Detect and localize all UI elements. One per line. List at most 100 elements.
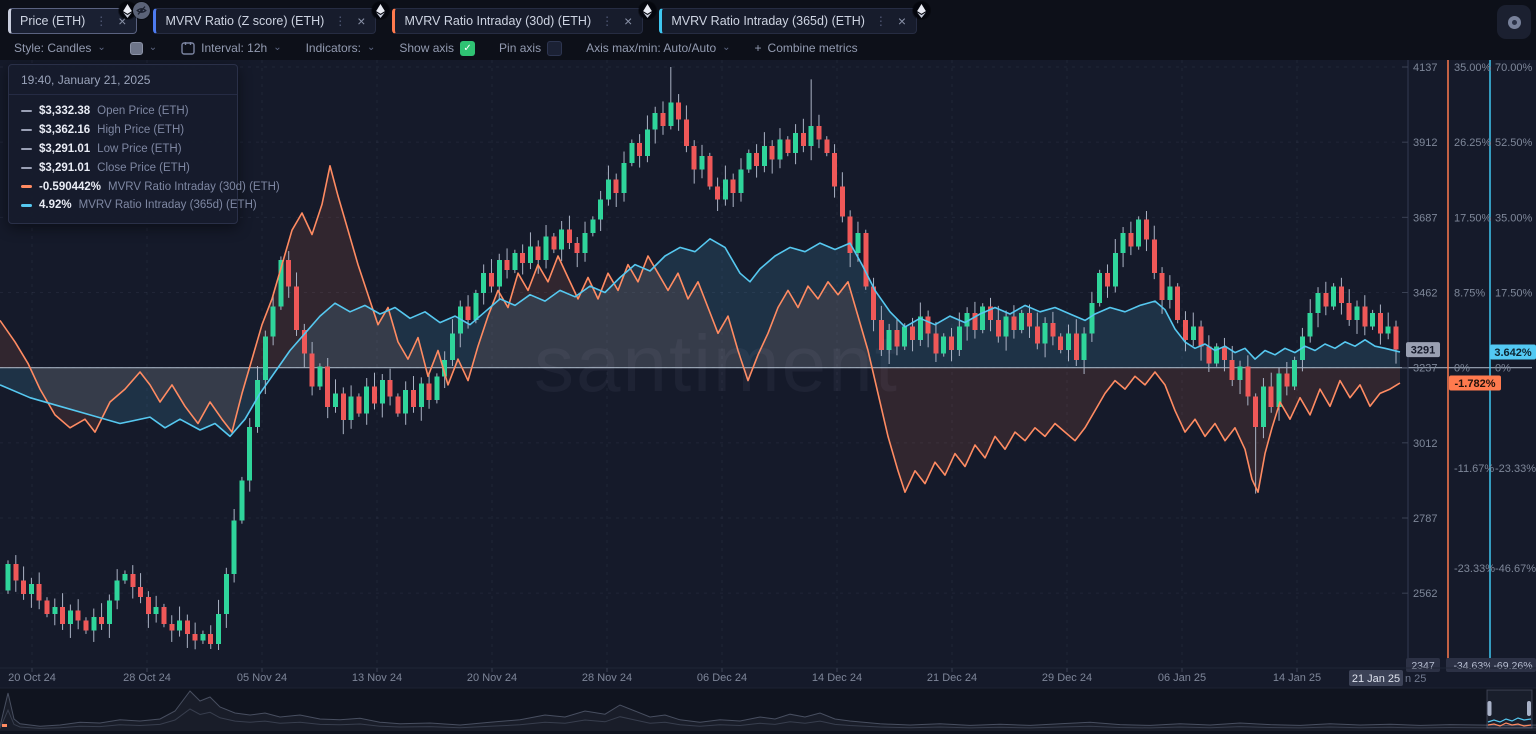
svg-text:35.00%: 35.00% (1495, 212, 1533, 224)
svg-text:-46.67%: -46.67% (1495, 563, 1536, 575)
tab-label: MVRV Ratio (Z score) (ETH) (165, 14, 324, 28)
tab-label: MVRV Ratio Intraday (30d) (ETH) (404, 14, 591, 28)
tab-bar: Price (ETH) ⋮ × MVRV Ratio (Z score) (ETH) ⋮… (0, 0, 1536, 36)
svg-text:70.00%: 70.00% (1495, 62, 1533, 74)
axis-maxmin-dropdown[interactable]: Axis max/min: Auto/Auto ⌄ (586, 41, 730, 55)
svg-text:05 Nov 24: 05 Nov 24 (237, 672, 287, 684)
tooltip-label: High Price (ETH) (97, 123, 184, 137)
chevron-down-icon: ⌄ (149, 42, 157, 53)
tooltip-rows: $3,332.38Open Price (ETH)$3,362.16High P… (9, 95, 237, 223)
tab-label: MVRV Ratio Intraday (365d) (ETH) (671, 14, 865, 28)
tab-badges (916, 2, 930, 19)
tab-badges (375, 2, 389, 19)
svg-text:14 Jan 25: 14 Jan 25 (1273, 672, 1321, 684)
tab-price-eth-[interactable]: Price (ETH)⋮× (8, 8, 137, 34)
tooltip-row: $3,291.01Low Price (ETH) (21, 142, 225, 156)
tooltip-label: MVRV Ratio Intraday (30d) (ETH) (108, 180, 280, 194)
tooltip-row: -0.590442%MVRV Ratio Intraday (30d) (ETH… (21, 180, 225, 194)
svg-text:21 Jan 25: 21 Jan 25 (1352, 673, 1400, 685)
navigator-marker (2, 724, 7, 727)
svg-text:20 Nov 24: 20 Nov 24 (467, 672, 517, 684)
tooltip-row: 4.92%MVRV Ratio Intraday (365d) (ETH) (21, 198, 225, 212)
svg-text:-23.33%: -23.33% (1454, 563, 1495, 575)
svg-text:3291: 3291 (1411, 345, 1435, 357)
show-axis-toggle[interactable]: Show axis ✓ (399, 41, 475, 56)
kebab-menu-icon[interactable]: ⋮ (333, 14, 347, 28)
svg-text:35.00%: 35.00% (1454, 62, 1492, 74)
chevron-down-icon: ⌄ (273, 42, 281, 53)
svg-text:29 Dec 24: 29 Dec 24 (1042, 672, 1092, 684)
navigator-brush[interactable] (1487, 690, 1532, 728)
tooltip-value: -0.590442% (39, 180, 101, 194)
series-dash-icon (21, 204, 32, 207)
svg-text:2562: 2562 (1413, 588, 1437, 600)
eth-logo-icon[interactable] (913, 2, 930, 19)
tab-badges (642, 2, 656, 19)
close-icon[interactable]: × (897, 14, 907, 28)
pin-axis-toggle[interactable]: Pin axis (499, 41, 562, 56)
tooltip-label: Close Price (ETH) (97, 161, 190, 175)
svg-text:-23.33%: -23.33% (1495, 463, 1536, 475)
series-dash-icon (21, 185, 32, 188)
style-label: Style: Candles (14, 41, 91, 55)
tab-mvrv-ratio-intraday-365d-eth-[interactable]: MVRV Ratio Intraday (365d) (ETH) ⋮ × (659, 8, 917, 34)
tooltip-row: $3,291.01 Close Price (ETH) (21, 161, 225, 175)
series-dash-icon (21, 110, 32, 113)
indicators-label: Indicators: (306, 41, 361, 55)
candle-color-picker[interactable]: ⌄ (130, 42, 157, 55)
svg-text:3462: 3462 (1413, 288, 1437, 300)
tooltip-value: $3,362.16 (39, 123, 90, 137)
brush-handle-left[interactable] (1488, 701, 1492, 716)
show-axis-label: Show axis (399, 41, 454, 55)
kebab-menu-icon[interactable]: ⋮ (874, 14, 888, 28)
tab-mvrv-ratio-z-score-eth-[interactable]: MVRV Ratio (Z score) (ETH) ⋮ × (153, 8, 376, 34)
close-icon[interactable]: × (623, 14, 633, 28)
chart-tooltip: 19:40, January 21, 2025 $3,332.38Open Pr… (8, 64, 238, 224)
kebab-menu-icon[interactable]: ⋮ (94, 14, 108, 28)
chevron-down-icon: ⌄ (97, 42, 105, 53)
svg-text:20 Oct 24: 20 Oct 24 (8, 672, 56, 684)
close-icon[interactable]: × (356, 14, 366, 28)
tab-label: Price (ETH) (20, 14, 85, 28)
pin-axis-checkbox[interactable] (547, 41, 562, 56)
chart-toolbar: Style: Candles ⌄ ⌄ Interval: 12h ⌄ Indic… (0, 36, 1536, 60)
tooltip-value: $3,291.01 (39, 161, 90, 175)
tooltip-value: 4.92% (39, 198, 72, 212)
combine-metrics-label: Combine metrics (768, 41, 858, 55)
tab-mvrv-ratio-intraday-30d-eth-[interactable]: MVRV Ratio Intraday (30d) (ETH) ⋮ × (392, 8, 643, 34)
eye-off-icon[interactable] (133, 2, 150, 19)
svg-text:28 Nov 24: 28 Nov 24 (582, 672, 632, 684)
chevron-down-icon: ⌄ (722, 42, 730, 53)
axis-maxmin-label: Axis max/min: Auto/Auto (586, 41, 716, 55)
svg-text:06 Jan 25: 06 Jan 25 (1158, 672, 1206, 684)
svg-text:17.50%: 17.50% (1495, 288, 1533, 300)
show-axis-checkbox[interactable]: ✓ (460, 41, 475, 56)
svg-text:3.642%: 3.642% (1494, 347, 1532, 359)
brush-handle-right[interactable] (1527, 701, 1531, 716)
svg-text:-34.63%: -34.63% (1453, 660, 1492, 672)
indicators-dropdown[interactable]: Indicators: ⌄ (306, 41, 376, 55)
svg-text:14 Dec 24: 14 Dec 24 (812, 672, 862, 684)
svg-text:-69.26%: -69.26% (1493, 660, 1532, 672)
interval-label: Interval: 12h (201, 41, 267, 55)
eth-logo-icon[interactable] (639, 2, 656, 19)
style-dropdown[interactable]: Style: Candles ⌄ (14, 41, 106, 55)
interval-dropdown[interactable]: Interval: 12h ⌄ (181, 41, 281, 55)
tooltip-row: $3,362.16 High Price (ETH) (21, 123, 225, 137)
tooltip-value: $3,291.01 (39, 142, 90, 156)
svg-text:0%: 0% (1495, 363, 1511, 375)
kebab-menu-icon[interactable]: ⋮ (600, 14, 614, 28)
series-dash-icon (21, 167, 32, 170)
combine-metrics-button[interactable]: + Combine metrics (755, 41, 858, 55)
svg-text:3237: 3237 (1413, 363, 1437, 375)
tooltip-timestamp: 19:40, January 21, 2025 (9, 65, 237, 95)
record-dot-icon (1508, 16, 1521, 29)
svg-text:4137: 4137 (1413, 62, 1437, 74)
snapshot-button[interactable] (1497, 5, 1531, 39)
eth-logo-icon[interactable] (372, 2, 389, 19)
tooltip-value: $3,332.38 (39, 104, 90, 118)
svg-text:0%: 0% (1454, 363, 1470, 375)
svg-text:2787: 2787 (1413, 513, 1437, 525)
tab-badges (122, 2, 150, 19)
tooltip-label: MVRV Ratio Intraday (365d) (ETH) (79, 198, 257, 212)
